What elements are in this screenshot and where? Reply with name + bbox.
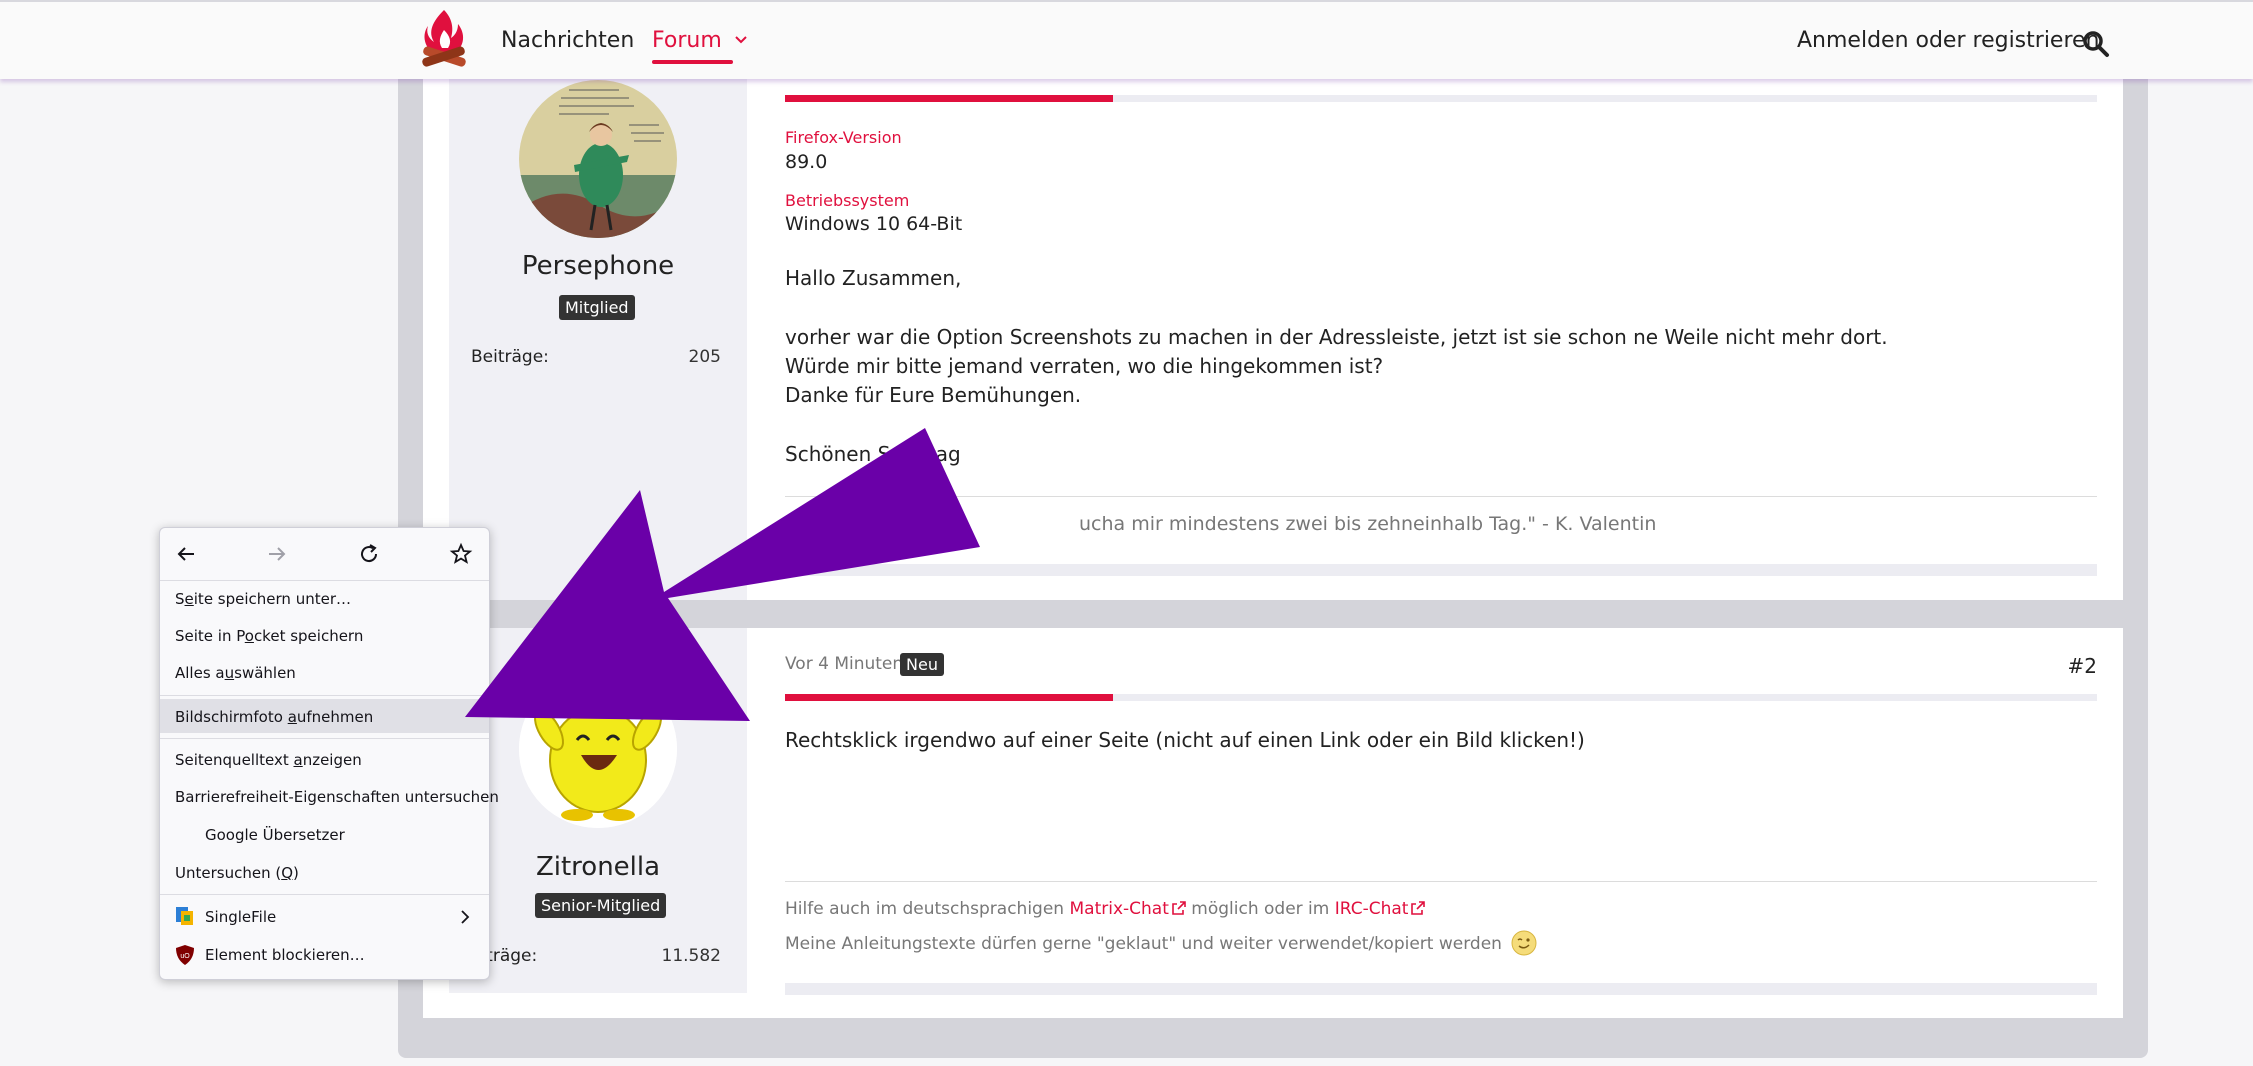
singlefile-icon: [176, 907, 193, 925]
external-link-icon: [1172, 901, 1186, 915]
search-icon[interactable]: [2082, 30, 2110, 58]
message-text: Hallo Zusammen,: [785, 266, 962, 290]
message-text: vorher war die Option Screenshots zu mac…: [785, 325, 1888, 349]
user-signature: ucha mir mindestens zwei bis zehneinhalb…: [1079, 513, 1657, 535]
user-signature: Meine Anleitungstexte dürfen gerne "gekl…: [785, 930, 1537, 956]
posts-count-value: 205: [688, 347, 721, 367]
ublock-shield-icon: uO: [176, 945, 194, 965]
menu-separator: [160, 738, 489, 739]
post-progress-bar: [785, 95, 2097, 102]
select-all-item[interactable]: Alles auswählen: [175, 664, 296, 682]
save-page-as-item[interactable]: Seite speichern unter…: [175, 590, 351, 608]
login-register-link[interactable]: Anmelden oder registrieren: [1797, 28, 2100, 53]
message-text: Rechtsklick irgendwo auf einer Seite (ni…: [785, 728, 1585, 752]
singlefile-submenu-item[interactable]: SingleFile: [205, 908, 276, 926]
bookmark-star-icon[interactable]: [449, 542, 473, 566]
user-rank-badge: Mitglied: [559, 295, 635, 320]
google-translate-item[interactable]: Google Übersetzer: [205, 826, 345, 844]
avatar[interactable]: [519, 80, 677, 238]
posts-count-label: Beiträge:: [471, 347, 549, 367]
user-panel: Zitronella Senior-Mitglied eiträge: 11.5…: [449, 628, 747, 993]
chevron-right-icon: [461, 910, 470, 924]
back-arrow-icon[interactable]: [174, 542, 198, 566]
post-timestamp[interactable]: Vor 4 Minuten: [785, 654, 903, 674]
active-tab-indicator: [652, 60, 733, 64]
nav-forum-link[interactable]: Forum: [652, 28, 747, 53]
signature-divider: [785, 496, 2097, 497]
signature-divider: [785, 881, 2097, 882]
post-footer-bar: [785, 564, 2097, 576]
chevron-down-icon: [735, 36, 747, 44]
message-text: Schönen Sonntag: [785, 442, 961, 466]
matrix-chat-link[interactable]: Matrix-Chat: [1069, 899, 1186, 919]
forum-post: Zitronella Senior-Mitglied eiträge: 11.5…: [423, 628, 2123, 1018]
avatar[interactable]: [519, 670, 677, 828]
user-panel: Persephone Mitglied Beiträge: 205: [449, 55, 747, 600]
reload-icon[interactable]: [357, 542, 381, 566]
message-text: Würde mir bitte jemand verraten, wo die …: [785, 354, 1384, 378]
nav-news-link[interactable]: Nachrichten: [501, 28, 634, 53]
post-author-name[interactable]: Persephone: [449, 251, 747, 281]
os-label: Betriebssystem: [785, 191, 910, 210]
post-number[interactable]: #2: [2068, 654, 2097, 678]
post-footer-bar: [785, 983, 2097, 995]
post-progress-fill: [785, 694, 1113, 701]
posts-count-value: 11.582: [661, 946, 721, 966]
inspect-item[interactable]: Untersuchen (Q): [175, 864, 299, 882]
post-progress-bar: [785, 694, 2097, 701]
forum-post: Persephone Mitglied Beiträge: 205 Firefo…: [423, 55, 2123, 600]
view-page-source-item[interactable]: Seitenquelltext anzeigen: [175, 751, 362, 769]
irc-chat-link[interactable]: IRC-Chat: [1335, 899, 1426, 919]
os-value: Windows 10 64-Bit: [785, 213, 963, 235]
message-text: Danke für Eure Bemühungen.: [785, 383, 1082, 407]
save-to-pocket-item[interactable]: Seite in Pocket speichern: [175, 627, 363, 645]
menu-separator: [160, 580, 489, 581]
new-badge: Neu: [900, 653, 944, 676]
wink-emoji-icon: [1511, 930, 1537, 956]
firefox-version-value: 89.0: [785, 151, 828, 173]
post-progress-fill: [785, 95, 1113, 102]
top-navigation-bar: Nachrichten Forum Anmelden oder registri…: [0, 0, 2253, 79]
forward-arrow-icon: [269, 547, 286, 561]
browser-context-menu: Seite speichern unter… Seite in Pocket s…: [159, 527, 499, 980]
nav-forum-label: Forum: [652, 28, 722, 53]
block-element-item[interactable]: Element blockieren…: [205, 946, 365, 964]
post-author-name[interactable]: Zitronella: [449, 852, 747, 882]
user-signature: Hilfe auch im deutschsprachigen Matrix-C…: [785, 899, 1426, 919]
user-rank-badge: Senior-Mitglied: [535, 893, 667, 918]
take-screenshot-item[interactable]: Bildschirmfoto aufnehmen: [175, 708, 373, 726]
external-link-icon: [1411, 901, 1426, 915]
inspect-accessibility-item[interactable]: Barrierefreiheit-Eigenschaften untersuch…: [175, 788, 499, 806]
firefox-version-label: Firefox-Version: [785, 128, 902, 147]
svg-text:uO: uO: [180, 953, 190, 960]
menu-separator: [160, 695, 489, 696]
menu-separator: [160, 894, 489, 895]
campfire-logo[interactable]: [418, 8, 470, 74]
